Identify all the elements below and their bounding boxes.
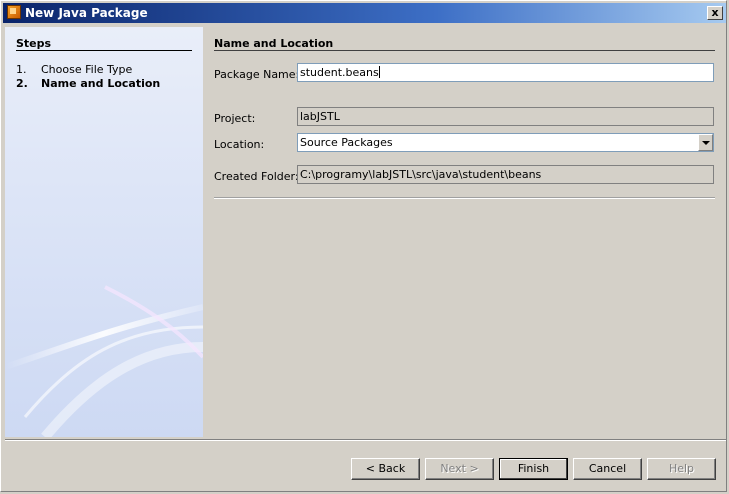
step-name-and-location: 2. Name and Location [16, 77, 160, 90]
step-label: Choose File Type [41, 63, 133, 76]
back-button[interactable]: < Back [351, 458, 420, 480]
section-title: Name and Location [214, 37, 334, 50]
section-divider [214, 50, 715, 51]
help-button[interactable]: Help [647, 458, 716, 480]
step-number: 2. [16, 77, 28, 90]
created-folder-field: C:\programy\labJSTL\src\java\student\bea… [297, 165, 714, 184]
project-label: Project: [214, 112, 256, 125]
created-folder-label: Created Folder: [214, 170, 299, 183]
text-caret [378, 66, 380, 78]
cancel-button[interactable]: Cancel [573, 458, 642, 480]
steps-title: Steps [16, 37, 52, 50]
chevron-down-icon[interactable] [698, 134, 713, 151]
package-name-value: student.beans [300, 66, 379, 79]
package-name-label: Package Name: [214, 68, 300, 81]
close-button[interactable]: x [707, 6, 723, 20]
button-bar-divider [5, 439, 726, 441]
project-field: labJSTL [297, 107, 714, 126]
finish-button[interactable]: Finish [499, 458, 568, 480]
package-name-input[interactable]: student.beans [297, 63, 714, 82]
location-select[interactable]: Source Packages [297, 133, 714, 152]
project-value: labJSTL [300, 110, 340, 123]
location-label: Location: [214, 138, 265, 151]
step-choose-file-type: 1. Choose File Type [16, 63, 132, 76]
steps-divider [16, 50, 192, 51]
title-bar[interactable]: New Java Package x [3, 3, 726, 23]
step-label: Name and Location [41, 77, 161, 90]
content-bottom-divider [214, 197, 715, 199]
created-folder-value: C:\programy\labJSTL\src\java\student\bea… [300, 168, 542, 181]
new-java-package-dialog: New Java Package x Steps 1. Choose File T… [0, 0, 727, 492]
window-title: New Java Package [25, 6, 148, 20]
next-button[interactable]: Next > [425, 458, 494, 480]
location-value: Source Packages [300, 136, 393, 149]
step-number: 1. [16, 63, 27, 76]
steps-panel: Steps 1. Choose File Type 2. Name and Loca… [5, 27, 203, 437]
netbeans-icon [7, 5, 21, 19]
